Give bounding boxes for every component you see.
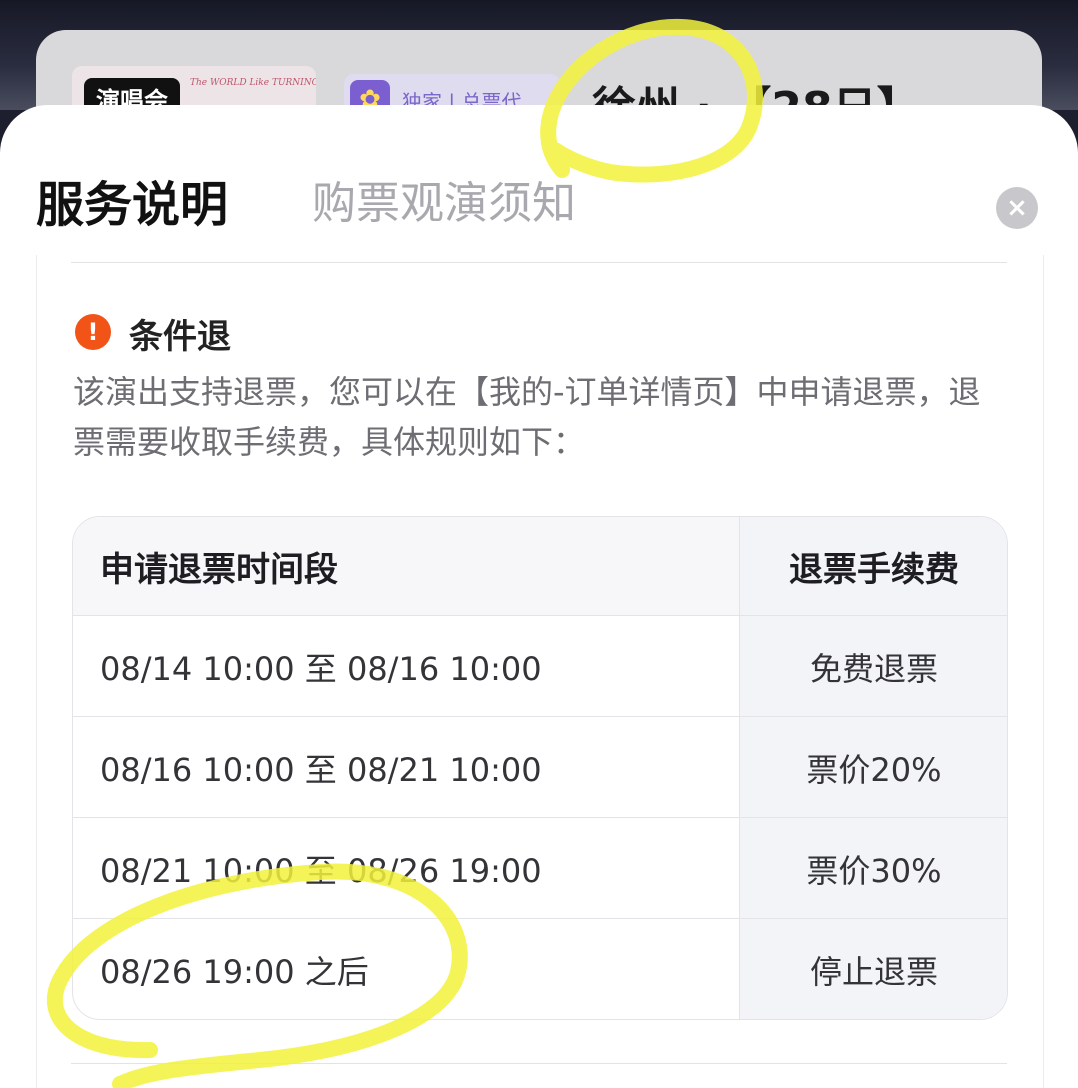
period-cell: 08/26 19:00 之后 [100, 952, 369, 991]
table-row: 08/21 10:00 至 08/26 19:00 票价30% [73, 817, 1007, 919]
divider [71, 1063, 1007, 1064]
tab-ticket-notice[interactable]: 购票观演须知 [312, 167, 576, 231]
refund-description: 该演出支持退票，您可以在【我的-订单详情页】中申请退票，退票需要收取手续费，具体… [73, 373, 981, 461]
content-panel: ! 条件退 该演出支持退票，您可以在【我的-订单详情页】中申请退票，退票需要收取… [36, 255, 1044, 1088]
poster-script-text: The WORLD Like TURNING and we MEET. [190, 78, 316, 88]
section-title: 条件退 [129, 317, 231, 357]
table-header-row: 申请退票时间段 退票手续费 [73, 517, 1007, 615]
warning-icon: ! [75, 314, 111, 350]
fee-cell: 免费退票 [739, 616, 1007, 717]
period-cell: 08/14 10:00 至 08/16 10:00 [100, 649, 542, 688]
header-fee: 退票手续费 [739, 517, 1007, 615]
close-button[interactable]: × [996, 187, 1038, 229]
tab-service-info[interactable]: 服务说明 [36, 165, 228, 235]
fee-cell: 票价30% [739, 818, 1007, 919]
period-cell: 08/16 10:00 至 08/21 10:00 [100, 750, 542, 789]
table-row: 08/14 10:00 至 08/16 10:00 免费退票 [73, 615, 1007, 717]
refund-fee-table: 申请退票时间段 退票手续费 08/14 10:00 至 08/16 10:00 … [72, 516, 1008, 1020]
period-cell: 08/21 10:00 至 08/26 19:00 [100, 851, 542, 890]
divider [71, 262, 1007, 263]
table-row: 08/16 10:00 至 08/21 10:00 票价20% [73, 716, 1007, 818]
table-row: 08/26 19:00 之后 停止退票 [73, 918, 1007, 1019]
header-period: 申请退票时间段 [100, 549, 338, 590]
service-info-sheet: 服务说明 购票观演须知 × ! 条件退 该演出支持退票，您可以在【我的-订单详情… [0, 105, 1078, 1088]
fee-cell: 停止退票 [739, 919, 1007, 1019]
fee-cell: 票价20% [739, 717, 1007, 818]
